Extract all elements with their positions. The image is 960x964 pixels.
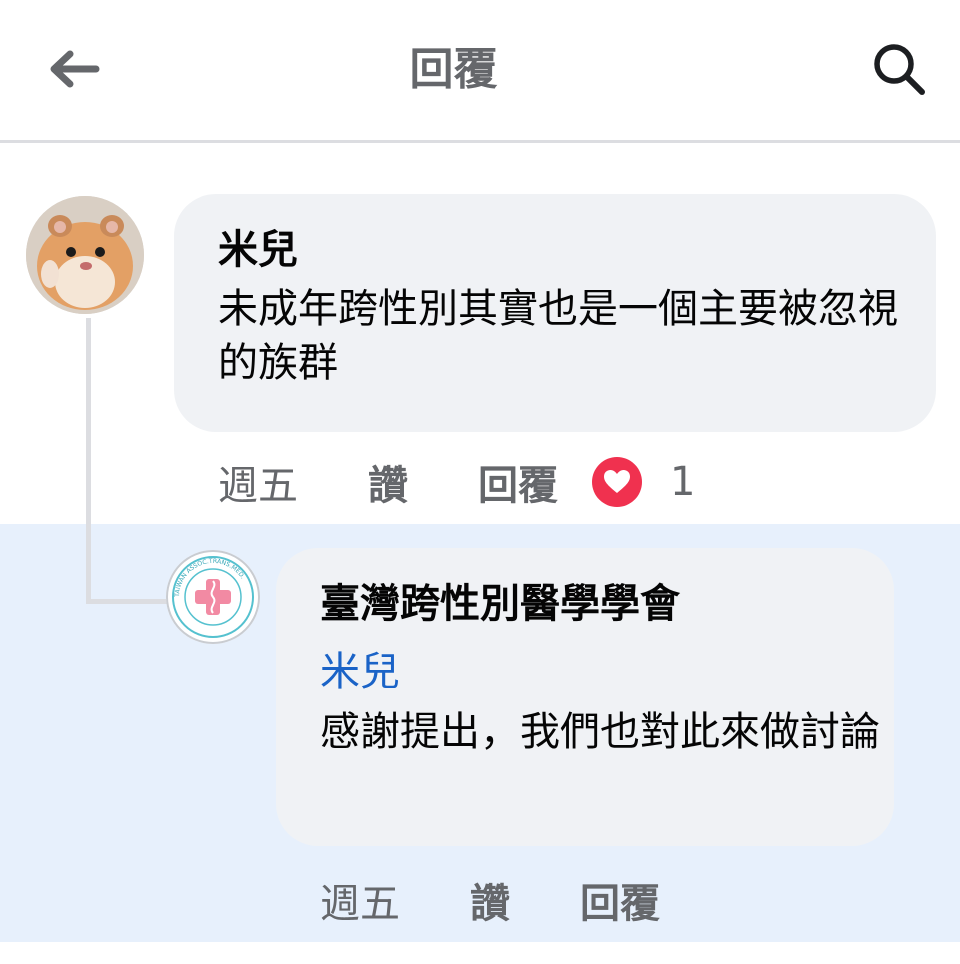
reply-button[interactable]: 回覆 [478, 453, 558, 511]
like-button[interactable]: 讚 [368, 453, 408, 511]
thread-connector [86, 318, 91, 604]
top-bar: 回覆 [0, 0, 960, 143]
reaction-count[interactable]: 1 [670, 459, 695, 505]
reply-button[interactable]: 回覆 [580, 871, 660, 929]
reply-time[interactable]: 週五 [320, 871, 400, 929]
comment-author[interactable]: 米兒 [218, 224, 298, 276]
like-button[interactable]: 讚 [470, 871, 510, 929]
mention-tag[interactable]: 米兒 [320, 646, 400, 698]
reply-bubble[interactable]: 臺灣跨性別醫學學會 米兒 感謝提出，我們也對此來做討論 [276, 548, 894, 846]
comment-time[interactable]: 週五 [218, 453, 298, 511]
search-button[interactable] [866, 38, 932, 100]
search-icon [874, 44, 925, 95]
comment-text: 未成年跨性別其實也是一個主要被忽視的族群 [218, 286, 898, 386]
reply-author[interactable]: 臺灣跨性別醫學學會 [320, 578, 680, 630]
page-avatar[interactable]: TAIWAN ASSOC.TRANS.MED. [166, 550, 260, 644]
association-logo-icon: TAIWAN ASSOC.TRANS.MED. [172, 556, 254, 638]
thread-connector-branch [86, 599, 170, 604]
reply-text: 感謝提出，我們也對此來做討論 [320, 709, 880, 755]
hamster-avatar-image [26, 196, 144, 314]
avatar[interactable] [26, 196, 144, 314]
heart-icon[interactable] [592, 457, 642, 507]
comment-actions: 週五 讚 回覆 1 [218, 452, 695, 512]
comment-bubble[interactable]: 米兒 未成年跨性別其實也是一個主要被忽視的族群 [174, 194, 936, 432]
page-title: 回覆 [409, 44, 498, 95]
reply-actions: 週五 讚 回覆 [320, 870, 660, 930]
